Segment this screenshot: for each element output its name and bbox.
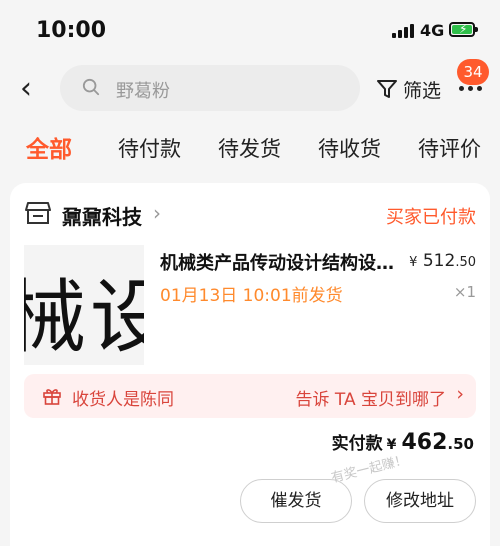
gift-icon xyxy=(43,389,61,405)
tab-pending-review[interactable]: 待评价 xyxy=(418,133,481,163)
network-label: 4G xyxy=(420,21,445,40)
tab-pending-shipment[interactable]: 待发货 xyxy=(218,133,281,163)
message-count-badge: 34 xyxy=(457,59,489,85)
status-time: 10:00 xyxy=(36,18,107,43)
change-address-button[interactable]: 修改地址 xyxy=(364,479,476,523)
chevron-right-icon[interactable]: › xyxy=(153,201,161,225)
thumbnail-text: 械设 xyxy=(24,271,144,364)
ship-deadline: 01月13日 10:01前发货 xyxy=(160,286,343,306)
tab-pending-payment[interactable]: 待付款 xyxy=(118,133,181,163)
signal-icon xyxy=(392,24,414,38)
shop-icon xyxy=(25,202,51,224)
receiver-text: 收货人是陈同 xyxy=(72,390,174,410)
shop-name[interactable]: 鼐鼐科技 xyxy=(62,201,142,230)
search-placeholder: 野葛粉 xyxy=(116,81,170,102)
chevron-right-icon[interactable]: › xyxy=(456,383,464,405)
product-quantity: ×1 xyxy=(453,283,476,301)
back-icon[interactable]: ‹ xyxy=(20,72,50,106)
product-thumbnail[interactable]: 械设 xyxy=(24,245,144,365)
battery-icon: ⚡ xyxy=(449,22,478,37)
search-icon xyxy=(82,78,100,96)
tab-all[interactable]: 全部 xyxy=(26,130,72,164)
gift-notice-bar[interactable]: 收货人是陈同 告诉 TA 宝贝到哪了 › xyxy=(24,374,476,418)
filter-icon xyxy=(377,80,397,98)
product-title[interactable]: 机械类产品传动设计结构设… xyxy=(160,249,410,275)
order-status: 买家已付款 xyxy=(386,207,476,228)
tab-pending-receipt[interactable]: 待收货 xyxy=(318,133,381,163)
search-input[interactable]: 野葛粉 xyxy=(60,65,360,111)
order-card: 鼐鼐科技 › 买家已付款 械设 机械类产品传动设计结构设… ¥ 512.50 0… xyxy=(10,183,490,546)
filter-label: 筛选 xyxy=(403,80,442,102)
product-price: ¥ 512.50 xyxy=(409,251,476,271)
order-tabs: 全部 待付款 待发货 待收货 待评价 xyxy=(0,130,500,170)
tell-recipient-link[interactable]: 告诉 TA 宝贝到哪了 xyxy=(295,385,446,410)
status-bar: 10:00 4G ⚡ xyxy=(0,0,500,60)
